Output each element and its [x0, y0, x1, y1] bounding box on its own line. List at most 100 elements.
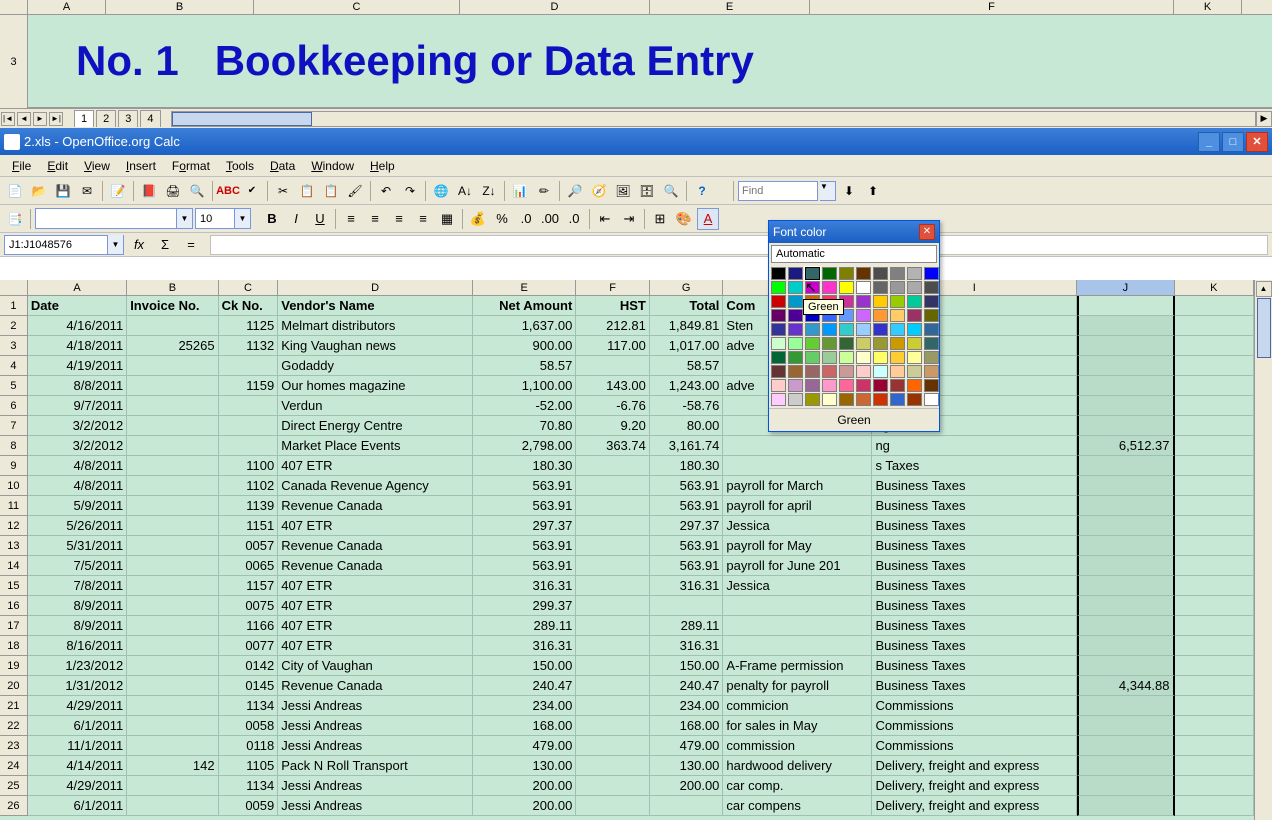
cell[interactable]: Commissions	[872, 716, 1077, 736]
top-col-E[interactable]: E	[650, 0, 810, 14]
cell[interactable]	[576, 576, 650, 596]
cell[interactable]: 563.91	[650, 556, 724, 576]
color-swatch[interactable]	[805, 281, 820, 294]
cell[interactable]: 1159	[219, 376, 279, 396]
cell[interactable]	[576, 776, 650, 796]
cell[interactable]	[576, 656, 650, 676]
cell[interactable]: Business Taxes	[872, 596, 1077, 616]
color-swatch[interactable]	[788, 281, 803, 294]
paste-icon[interactable]: 📋	[320, 180, 342, 202]
color-swatch[interactable]	[890, 393, 905, 406]
cell[interactable]: 316.31	[473, 576, 576, 596]
cell[interactable]: for sales in May	[723, 716, 872, 736]
cell[interactable]	[1175, 416, 1255, 436]
tab-nav-next-icon[interactable]: ►	[33, 112, 47, 126]
color-swatch[interactable]	[839, 365, 854, 378]
color-swatch[interactable]	[822, 281, 837, 294]
open-icon[interactable]: 📂	[28, 180, 50, 202]
cell[interactable]: 80.00	[650, 416, 724, 436]
cell[interactable]: 5/26/2011	[28, 516, 127, 536]
cell[interactable]: Direct Energy Centre	[278, 416, 473, 436]
cell[interactable]: 5/31/2011	[28, 536, 127, 556]
color-swatch[interactable]	[873, 351, 888, 364]
cell[interactable]	[576, 476, 650, 496]
cell[interactable]	[127, 576, 218, 596]
cell[interactable]	[723, 436, 872, 456]
color-swatch[interactable]	[822, 267, 837, 280]
spellcheck-icon[interactable]: ABC	[217, 180, 239, 202]
row-header[interactable]: 18	[0, 636, 28, 656]
color-swatch[interactable]	[822, 351, 837, 364]
color-swatch[interactable]	[839, 379, 854, 392]
top-sheet-tab-2[interactable]: 2	[96, 110, 116, 127]
row-header[interactable]: 16	[0, 596, 28, 616]
cell[interactable]: 240.47	[650, 676, 724, 696]
decrease-indent-icon[interactable]: ⇤	[594, 208, 616, 230]
cell[interactable]	[1175, 296, 1255, 316]
color-swatch[interactable]	[907, 281, 922, 294]
color-swatch[interactable]	[890, 379, 905, 392]
cell[interactable]: 3/2/2012	[28, 436, 127, 456]
color-swatch[interactable]	[907, 295, 922, 308]
row-header[interactable]: 21	[0, 696, 28, 716]
cell[interactable]: 0075	[219, 596, 279, 616]
italic-button[interactable]: I	[285, 208, 307, 230]
cell[interactable]	[576, 536, 650, 556]
cell[interactable]: Business Taxes	[872, 496, 1077, 516]
cell[interactable]: 1102	[219, 476, 279, 496]
color-swatch[interactable]	[924, 323, 939, 336]
cell[interactable]: 289.11	[473, 616, 576, 636]
color-swatch[interactable]	[924, 351, 939, 364]
chevron-down-icon[interactable]: ▼	[234, 209, 250, 228]
color-swatch[interactable]	[873, 309, 888, 322]
tab-nav-last-icon[interactable]: ►|	[49, 112, 63, 126]
row-header[interactable]: 8	[0, 436, 28, 456]
cell[interactable]: Pack N Roll Transport	[278, 756, 473, 776]
cell[interactable]: 0059	[219, 796, 279, 816]
row-header[interactable]: 10	[0, 476, 28, 496]
cell[interactable]: 2,798.00	[473, 436, 576, 456]
cell[interactable]: commission	[723, 736, 872, 756]
cell[interactable]	[1077, 596, 1174, 616]
spreadsheet-grid[interactable]: ABCDEFGHIJK 1DateInvoice No.Ck No.Vendor…	[0, 280, 1254, 820]
cell[interactable]: Jessi Andreas	[278, 776, 473, 796]
color-swatch[interactable]	[788, 393, 803, 406]
color-swatch[interactable]	[856, 281, 871, 294]
cell[interactable]: King Vaughan news	[278, 336, 473, 356]
color-swatch[interactable]	[788, 365, 803, 378]
menu-edit[interactable]: Edit	[39, 157, 76, 175]
cell[interactable]	[1175, 476, 1255, 496]
cell[interactable]: 70.80	[473, 416, 576, 436]
cell[interactable]: 58.57	[650, 356, 724, 376]
cell[interactable]	[1077, 736, 1174, 756]
cell[interactable]: Business Taxes	[872, 556, 1077, 576]
cell[interactable]	[127, 316, 218, 336]
cell[interactable]: 1,100.00	[473, 376, 576, 396]
color-swatch[interactable]	[788, 323, 803, 336]
cell[interactable]	[1077, 316, 1174, 336]
color-swatch[interactable]	[873, 337, 888, 350]
cell[interactable]: 1139	[219, 496, 279, 516]
export-pdf-icon[interactable]: 📕	[138, 180, 160, 202]
font-size-combo[interactable]: 10 ▼	[195, 208, 251, 229]
cell[interactable]	[1175, 516, 1255, 536]
cell[interactable]	[219, 416, 279, 436]
row-header[interactable]: 14	[0, 556, 28, 576]
align-center-icon[interactable]: ≡	[364, 208, 386, 230]
color-swatch[interactable]	[771, 365, 786, 378]
cell[interactable]: 6,512.37	[1077, 436, 1174, 456]
color-swatch[interactable]	[890, 337, 905, 350]
cell[interactable]: 4/29/2011	[28, 696, 127, 716]
redo-icon[interactable]: ↷	[399, 180, 421, 202]
cell[interactable]: 316.31	[650, 636, 724, 656]
top-scroll-thumb[interactable]	[172, 112, 312, 126]
cell[interactable]: 316.31	[650, 576, 724, 596]
cell[interactable]: 200.00	[650, 776, 724, 796]
font-name-combo[interactable]: ▼	[35, 208, 193, 229]
cell[interactable]: Business Taxes	[872, 536, 1077, 556]
cell[interactable]	[576, 496, 650, 516]
cell[interactable]: 143.00	[576, 376, 650, 396]
cell[interactable]: payroll for June 201	[723, 556, 872, 576]
cell[interactable]: Jessi Andreas	[278, 716, 473, 736]
equals-icon[interactable]: =	[180, 234, 202, 256]
